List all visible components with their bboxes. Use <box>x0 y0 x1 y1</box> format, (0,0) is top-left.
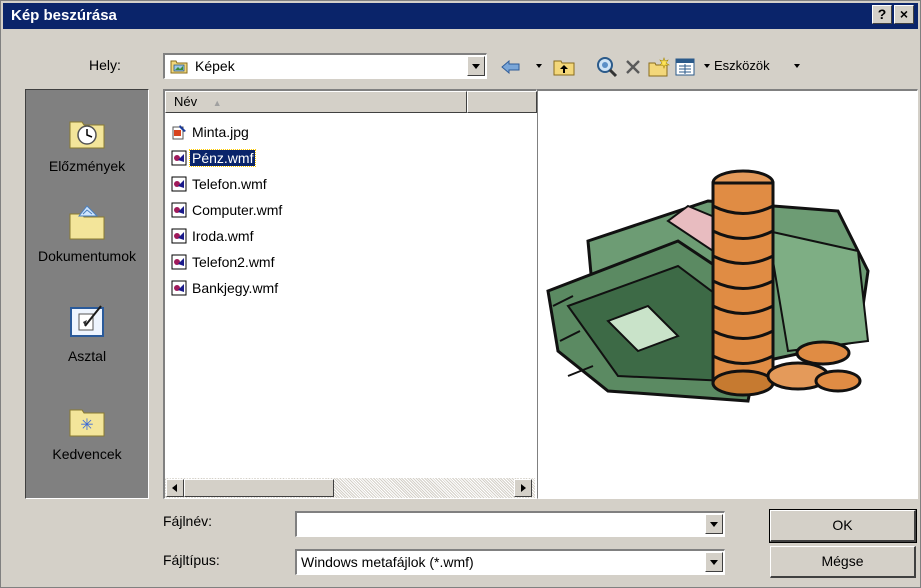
filename-combo[interactable] <box>295 511 725 537</box>
location-label: Hely: <box>89 57 121 73</box>
file-list[interactable]: Név ▲ Minta.jpg Pénz.wmf Telefon.wmf Com… <box>163 89 537 499</box>
file-item-selected[interactable]: Pénz.wmf <box>171 147 257 169</box>
file-item[interactable]: Bankjegy.wmf <box>171 277 280 299</box>
ok-button[interactable]: OK <box>769 509 917 543</box>
column-header-name[interactable]: Név ▲ <box>165 91 467 113</box>
location-dropdown-button[interactable] <box>467 56 485 76</box>
wmf-file-icon <box>171 176 187 192</box>
delete-icon[interactable] <box>621 55 645 79</box>
new-folder-icon[interactable] <box>647 55 671 79</box>
place-favorites[interactable]: ✳ Kedvencek <box>26 400 148 462</box>
folder-pictures-icon <box>170 58 188 74</box>
file-item[interactable]: Telefon2.wmf <box>171 251 276 273</box>
file-item[interactable]: Computer.wmf <box>171 199 284 221</box>
cancel-button[interactable]: Mégse <box>770 546 916 578</box>
desktop-icon <box>67 302 107 342</box>
jpg-file-icon <box>171 124 187 140</box>
place-documents-label: Dokumentumok <box>37 248 137 264</box>
title-bar[interactable]: Kép beszúrása <box>3 3 918 29</box>
wmf-file-icon <box>171 150 187 166</box>
places-bar: Előzmények Dokumentumok Asztal ✳ Kedvenc… <box>25 89 149 499</box>
place-desktop[interactable]: Asztal <box>26 302 148 364</box>
place-desktop-label: Asztal <box>67 348 107 364</box>
wmf-file-icon <box>171 254 187 270</box>
help-button[interactable]: ? <box>872 5 892 24</box>
scroll-left-button[interactable] <box>166 479 184 497</box>
close-button[interactable]: × <box>894 5 914 24</box>
views-dropdown-icon[interactable] <box>704 64 710 68</box>
filetype-dropdown-button[interactable] <box>705 552 723 572</box>
favorites-icon: ✳ <box>67 400 107 440</box>
window-title: Kép beszúrása <box>11 7 117 24</box>
column-header-extra[interactable] <box>467 91 537 113</box>
filetype-label: Fájltípus: <box>163 552 220 568</box>
wmf-file-icon <box>171 228 187 244</box>
scroll-right-button[interactable] <box>514 479 532 497</box>
place-documents[interactable]: Dokumentumok <box>26 202 148 264</box>
wmf-file-icon <box>171 280 187 296</box>
file-item[interactable]: Telefon.wmf <box>171 173 269 195</box>
svg-text:✳: ✳ <box>80 415 93 434</box>
filename-dropdown-button[interactable] <box>705 514 723 534</box>
my-documents-icon <box>67 202 107 242</box>
history-icon <box>67 112 107 152</box>
location-combo[interactable]: Képek <box>163 53 487 79</box>
preview-pane <box>537 89 918 499</box>
location-value: Képek <box>195 58 235 74</box>
views-icon[interactable] <box>673 55 697 79</box>
filename-label: Fájlnév: <box>163 513 213 529</box>
money-clipart-image <box>546 169 870 403</box>
file-item[interactable]: Minta.jpg <box>171 121 251 143</box>
up-one-level-icon[interactable] <box>552 55 576 79</box>
tools-menu[interactable]: Eszközök <box>714 58 770 73</box>
place-history[interactable]: Előzmények <box>26 112 148 174</box>
filetype-combo[interactable]: Windows metafájlok (*.wmf) <box>295 549 725 575</box>
sort-ascending-icon: ▲ <box>212 98 222 108</box>
place-history-label: Előzmények <box>48 158 126 174</box>
insert-picture-dialog: Kép beszúrása ? × Hely: Képek Eszközök E… <box>0 0 921 588</box>
file-item[interactable]: Iroda.wmf <box>171 225 255 247</box>
back-icon[interactable] <box>499 55 523 79</box>
tools-dropdown-icon[interactable] <box>794 64 800 68</box>
horizontal-scrollbar[interactable] <box>165 478 535 498</box>
search-web-icon[interactable] <box>595 55 619 79</box>
wmf-file-icon <box>171 202 187 218</box>
back-dropdown-icon[interactable] <box>536 64 542 68</box>
scroll-thumb[interactable] <box>184 479 334 497</box>
place-favorites-label: Kedvencek <box>52 446 122 462</box>
filetype-value: Windows metafájlok (*.wmf) <box>301 554 474 570</box>
